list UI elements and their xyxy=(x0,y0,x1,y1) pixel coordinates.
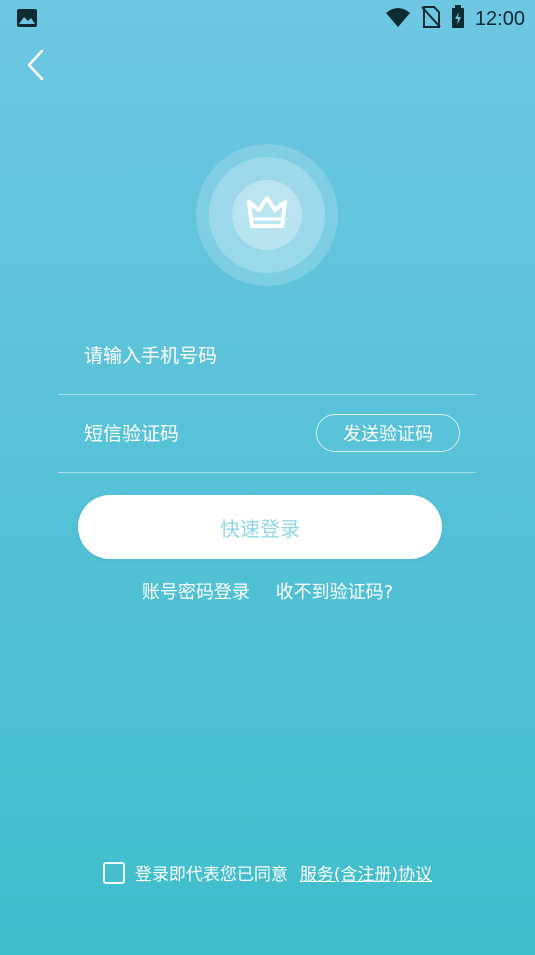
code-field: 发送验证码 xyxy=(58,394,476,474)
no-sim-icon xyxy=(421,5,441,33)
phone-field xyxy=(58,316,476,396)
image-notification-icon xyxy=(16,7,38,29)
back-button[interactable] xyxy=(22,48,52,84)
crown-icon xyxy=(247,196,287,228)
chevron-left-icon xyxy=(27,49,44,81)
wifi-icon xyxy=(385,6,411,32)
password-login-link[interactable]: 账号密码登录 xyxy=(142,582,250,603)
battery-icon xyxy=(451,5,465,33)
app-logo xyxy=(196,144,338,286)
service-agreement-link[interactable]: 服务(含注册)协议 xyxy=(300,860,432,885)
agreement-text: 登录即代表您已同意 xyxy=(134,865,288,885)
no-code-link[interactable]: 收不到验证码? xyxy=(276,582,394,603)
status-bar: 12:00 xyxy=(0,0,535,36)
send-code-button[interactable]: 发送验证码 xyxy=(316,414,460,452)
status-time: 12:00 xyxy=(474,7,525,30)
sms-code-input[interactable] xyxy=(82,394,316,474)
agreement-row: 登录即代表您已同意 服务(含注册)协议 xyxy=(0,860,535,885)
agree-checkbox[interactable] xyxy=(102,861,125,884)
phone-input[interactable] xyxy=(82,316,316,396)
secondary-links: 账号密码登录 收不到验证码? xyxy=(0,578,535,604)
quick-login-button[interactable]: 快速登录 xyxy=(78,495,442,559)
